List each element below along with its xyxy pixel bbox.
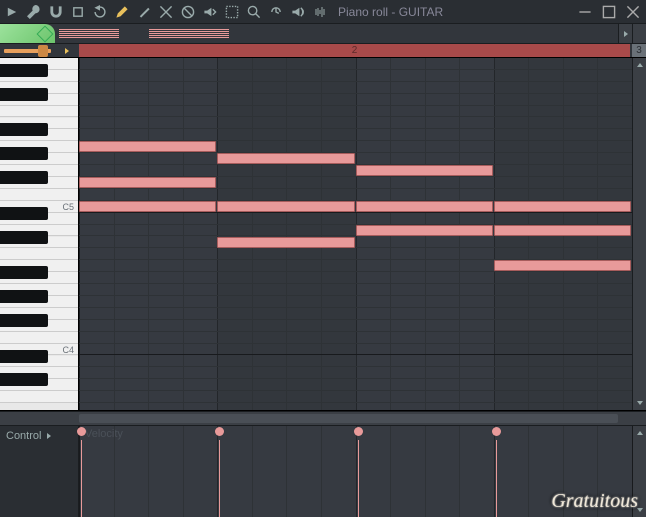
time-selection-bar[interactable]: 2 bbox=[79, 44, 630, 57]
timeline-left bbox=[0, 44, 79, 57]
note-grid[interactable] bbox=[79, 58, 632, 410]
black-key[interactable] bbox=[0, 123, 48, 136]
velocity-label: Velocity bbox=[85, 428, 123, 440]
velocity-bar[interactable] bbox=[81, 440, 82, 517]
undo-icon[interactable] bbox=[92, 4, 108, 20]
velocity-bar[interactable] bbox=[219, 440, 220, 517]
watermark: Gratuitous bbox=[551, 490, 638, 513]
magnet-icon[interactable] bbox=[48, 4, 64, 20]
timeline-ruler[interactable]: 2 3 bbox=[79, 44, 646, 57]
select-icon[interactable] bbox=[224, 4, 240, 20]
horizontal-scrollbar[interactable] bbox=[0, 411, 646, 425]
target-channel-icon[interactable] bbox=[312, 4, 328, 20]
midi-note[interactable] bbox=[356, 225, 493, 236]
midi-note[interactable] bbox=[494, 201, 631, 212]
velocity-handle[interactable] bbox=[354, 427, 363, 436]
piano-roll-main: C5 C4 bbox=[0, 58, 646, 411]
mute-icon[interactable] bbox=[180, 4, 196, 20]
overview-scroll-right[interactable] bbox=[618, 24, 632, 43]
black-key[interactable] bbox=[0, 231, 48, 244]
velocity-bar[interactable] bbox=[358, 440, 359, 517]
titlebar: Piano roll - GUITAR bbox=[0, 0, 646, 24]
midi-note[interactable] bbox=[79, 177, 216, 188]
piano-key[interactable] bbox=[0, 248, 78, 260]
scroll-up-icon[interactable] bbox=[633, 58, 646, 72]
midi-note[interactable] bbox=[217, 237, 354, 248]
midi-note[interactable] bbox=[356, 165, 493, 176]
black-key[interactable] bbox=[0, 373, 48, 386]
piano-keyboard[interactable]: C5 C4 bbox=[0, 58, 79, 410]
black-key[interactable] bbox=[0, 350, 48, 363]
key-label-c4: C4 bbox=[62, 345, 74, 355]
stamp-icon[interactable] bbox=[70, 4, 86, 20]
playback-icon[interactable] bbox=[268, 4, 284, 20]
black-key[interactable] bbox=[0, 266, 48, 279]
pencil-icon[interactable] bbox=[114, 4, 130, 20]
bar-3-label: 3 bbox=[632, 44, 646, 57]
minimize-button[interactable] bbox=[576, 5, 594, 19]
velocity-handle[interactable] bbox=[77, 427, 86, 436]
bar-2-label: 2 bbox=[352, 45, 358, 56]
window-controls bbox=[576, 5, 642, 19]
overview-corner bbox=[632, 24, 646, 43]
scroll-down-icon[interactable] bbox=[633, 396, 646, 410]
velocity-handle[interactable] bbox=[215, 427, 224, 436]
menu-arrow-icon[interactable] bbox=[4, 4, 20, 20]
piano-key[interactable] bbox=[0, 332, 78, 344]
zoom-slider[interactable] bbox=[0, 44, 55, 57]
midi-note[interactable] bbox=[494, 260, 631, 271]
midi-note[interactable] bbox=[356, 201, 493, 212]
piano-key[interactable] bbox=[0, 391, 78, 403]
slice-icon[interactable] bbox=[158, 4, 174, 20]
ctrl-scroll-up-icon[interactable] bbox=[633, 426, 646, 440]
velocity-bar[interactable] bbox=[496, 440, 497, 517]
zoom-handle[interactable] bbox=[38, 45, 48, 57]
window-title[interactable]: Piano roll - GUITAR bbox=[332, 5, 572, 19]
overview-panel[interactable] bbox=[55, 24, 618, 43]
black-key[interactable] bbox=[0, 207, 48, 220]
key-label-c5: C5 bbox=[62, 202, 74, 212]
toolbar-icons bbox=[4, 4, 328, 20]
brush-icon[interactable] bbox=[136, 4, 152, 20]
black-key[interactable] bbox=[0, 290, 48, 303]
wrench-icon[interactable] bbox=[26, 4, 42, 20]
midi-note[interactable] bbox=[217, 201, 354, 212]
audio-icon[interactable] bbox=[290, 4, 306, 20]
black-key[interactable] bbox=[0, 147, 48, 160]
zoom-icon[interactable] bbox=[246, 4, 262, 20]
midi-note[interactable] bbox=[79, 201, 216, 212]
black-key[interactable] bbox=[0, 88, 48, 101]
control-label[interactable]: Control bbox=[0, 426, 79, 517]
black-key[interactable] bbox=[0, 171, 48, 184]
velocity-handle[interactable] bbox=[492, 427, 501, 436]
toolbar-row bbox=[0, 24, 646, 44]
close-button[interactable] bbox=[624, 5, 642, 19]
control-section: Control Velocity bbox=[0, 425, 646, 517]
piano-key[interactable] bbox=[0, 106, 78, 118]
main-menu-tab[interactable] bbox=[0, 24, 55, 43]
midi-note[interactable] bbox=[494, 225, 631, 236]
vertical-scrollbar[interactable] bbox=[632, 58, 646, 410]
black-key[interactable] bbox=[0, 64, 48, 77]
control-dropdown-icon[interactable] bbox=[45, 430, 53, 513]
control-label-text: Control bbox=[6, 430, 41, 513]
maximize-button[interactable] bbox=[600, 5, 618, 19]
velocity-panel[interactable]: Velocity bbox=[79, 426, 632, 517]
black-key[interactable] bbox=[0, 314, 48, 327]
midi-note[interactable] bbox=[217, 153, 354, 164]
midi-note[interactable] bbox=[79, 141, 216, 152]
timeline-row: 2 3 bbox=[0, 44, 646, 58]
hscroll-thumb[interactable] bbox=[79, 414, 618, 423]
piano-key[interactable] bbox=[0, 189, 78, 201]
speaker-icon[interactable] bbox=[202, 4, 218, 20]
marker-arrow-icon[interactable] bbox=[55, 46, 79, 56]
